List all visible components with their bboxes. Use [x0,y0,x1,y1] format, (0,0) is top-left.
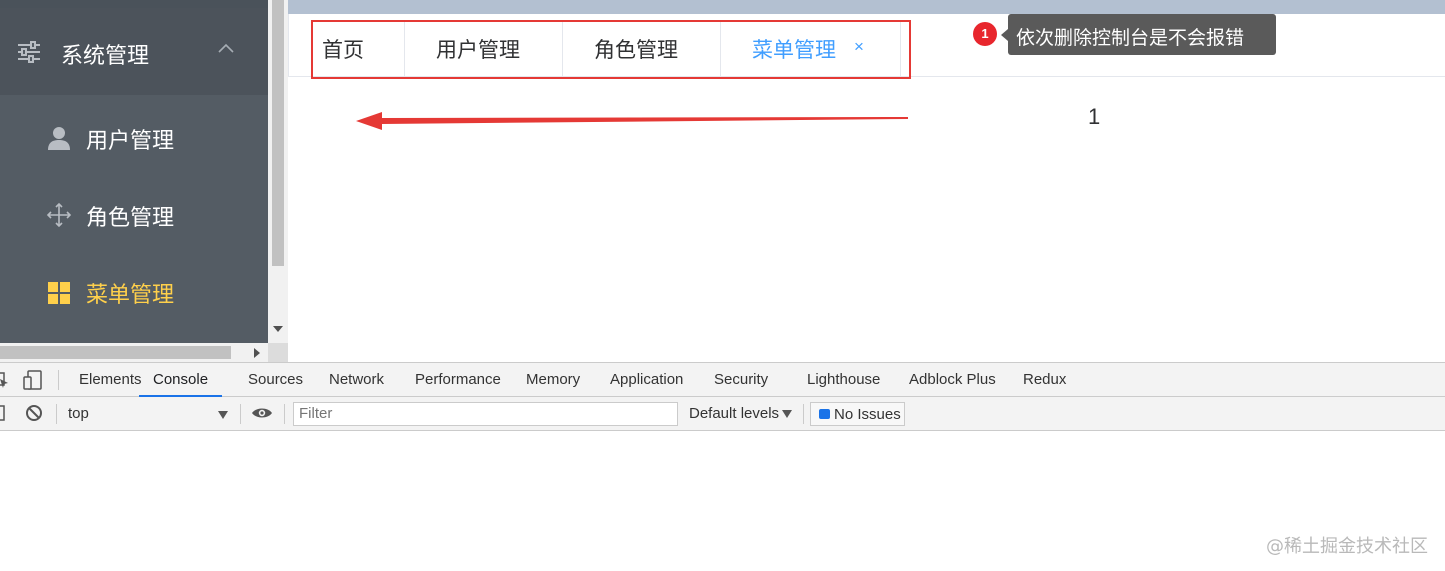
menu-grid-icon [48,282,70,304]
devtools-tabbar: Elements Console Sources Network Perform… [0,363,1445,397]
sidebar-item-users[interactable]: 用户管理 [0,99,268,176]
highlight-box [311,20,911,79]
devtools-tab-console[interactable]: Console [139,363,223,397]
inspect-icon[interactable] [0,369,10,391]
log-levels-select[interactable]: Default levels [689,405,779,422]
separator [58,370,59,390]
scrollbar-thumb[interactable] [272,0,284,266]
tooltip-text: 依次删除控制台是不会报错 [1016,27,1245,49]
issues-button[interactable]: No Issues [810,402,905,426]
sidebar-vertical-scrollbar[interactable] [268,0,288,343]
devtools-tab-redux[interactable]: Redux [1023,363,1066,397]
separator [240,404,241,424]
clear-console-icon[interactable] [25,404,43,422]
filter-input[interactable]: Filter [293,402,678,426]
devtools-tab-application[interactable]: Application [610,363,683,397]
content-value: 1 [1088,104,1101,129]
sidebar-item-label: 菜单管理 [86,283,175,308]
devtools-tab-lighthouse[interactable]: Lighthouse [807,363,880,397]
annotation-tooltip: 依次删除控制台是不会报错 [1008,14,1276,55]
console-toolbar: top Filter Default levels No Issues [0,397,1445,431]
scroll-down-arrow-icon[interactable] [273,326,283,332]
screen: 系统管理 用户管理 角色管理 菜单管理 首页 用户管理 角色管理 菜单管理 × … [0,0,1445,571]
separator [284,404,285,424]
issues-label: No Issues [834,406,901,423]
tooltip-arrow [1001,29,1008,41]
sliders-icon [18,41,40,63]
sidebar-top-edge [0,0,268,8]
submenu-system-management[interactable]: 系统管理 [0,8,268,95]
scrollbar-thumb[interactable] [0,346,231,359]
sidebar-toggle-icon[interactable] [0,404,8,422]
devtools-tab-sources[interactable]: Sources [248,363,303,397]
submenu-title-label: 系统管理 [61,44,150,69]
context-select[interactable]: top [68,405,89,422]
devtools-tab-performance[interactable]: Performance [415,363,501,397]
scrollbar-corner [268,343,288,362]
devtools-tab-security[interactable]: Security [714,363,768,397]
move-icon [46,202,72,228]
sidebar: 系统管理 用户管理 角色管理 菜单管理 [0,0,268,343]
sidebar-item-roles[interactable]: 角色管理 [0,176,268,253]
user-icon [48,127,70,150]
eye-icon[interactable] [251,406,273,420]
devtools-tab-memory[interactable]: Memory [526,363,580,397]
dropdown-caret-icon[interactable] [782,410,792,418]
chevron-up-icon [218,43,234,53]
devtools-tab-adblock-plus[interactable]: Adblock Plus [909,363,996,397]
sidebar-horizontal-scrollbar[interactable] [0,343,268,362]
separator [803,404,804,424]
annotation-badge: 1 [973,22,997,46]
watermark: @稀土掘金技术社区 [1266,536,1428,557]
sidebar-item-menus[interactable]: 菜单管理 [0,253,268,330]
header-bar [288,0,1445,14]
left-arrow-annotation [356,112,908,130]
sidebar-item-label: 用户管理 [86,129,175,154]
device-toggle-icon[interactable] [23,369,43,391]
devtools-panel: Elements Console Sources Network Perform… [0,362,1445,571]
devtools-tab-network[interactable]: Network [329,363,384,397]
dropdown-caret-icon[interactable] [218,411,228,419]
devtools-tab-elements[interactable]: Elements [79,363,142,397]
separator [56,404,57,424]
message-icon [819,409,830,419]
scroll-right-arrow-icon[interactable] [254,348,260,358]
sidebar-item-label: 角色管理 [86,206,175,231]
